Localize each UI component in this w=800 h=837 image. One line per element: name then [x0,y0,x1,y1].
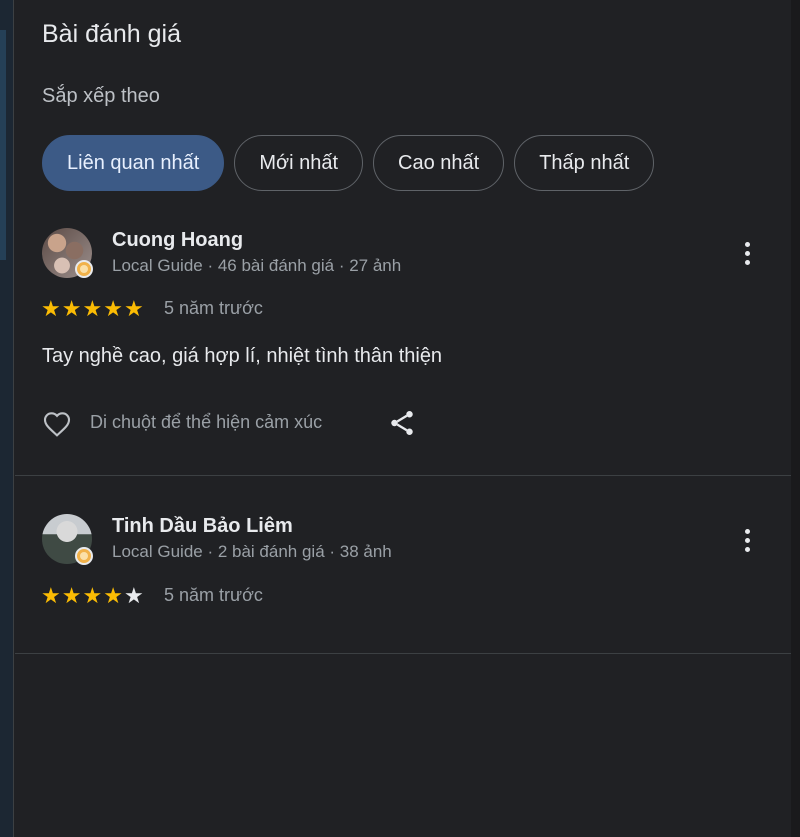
more-options-button[interactable] [735,524,759,556]
review-date: 5 năm trước [164,585,263,605]
review-divider [15,653,791,654]
local-guide-badge-icon [75,547,93,565]
star-filled-icon: ★ [41,583,61,608]
reviews-panel: Bài đánh giá Sắp xếp theo Liên quan nhất… [15,0,791,837]
star-filled-icon: ★ [82,583,103,608]
map-edge [0,0,14,837]
star-empty-icon: ★ [123,583,144,608]
map-fragment [0,30,6,260]
reviews-page: Bài đánh giá Sắp xếp theo Liên quan nhất… [0,0,800,837]
star-filled-icon: ★ [103,583,123,608]
star-filled-icon: ★ [61,583,82,608]
review-item: Tinh Dầu Bảo Liêm Local Guide · 2 bài đá… [15,0,791,653]
reviewer-name[interactable]: Tinh Dầu Bảo Liêm [112,515,293,538]
star-rating: ★ ★ ★ ★ ★ [41,585,144,607]
reviewer-meta[interactable]: Local Guide · 2 bài đánh giá · 38 ảnh [112,542,392,562]
scrollbar-track[interactable] [791,0,800,837]
more-vert-icon [744,528,750,534]
